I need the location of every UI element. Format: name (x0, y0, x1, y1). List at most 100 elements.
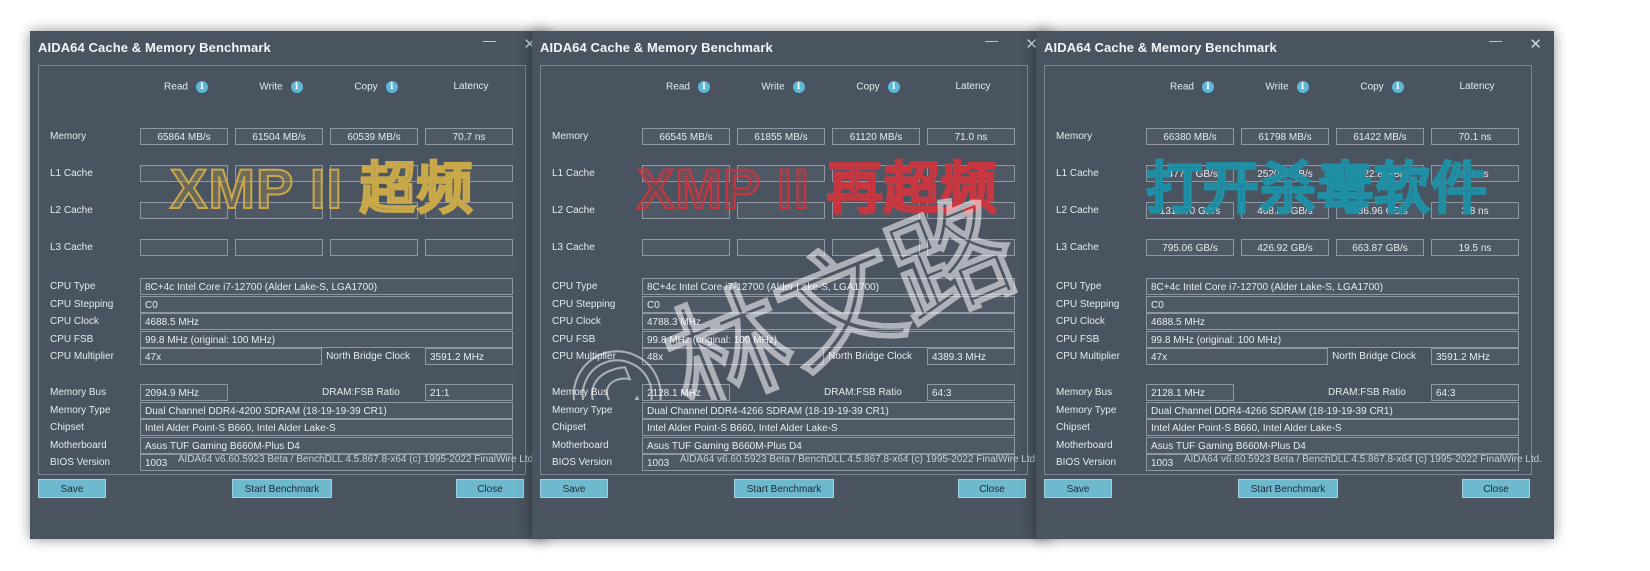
cpu-multiplier-label: CPU Multiplier (552, 351, 616, 362)
result-latency: 70.7 ns (425, 128, 513, 145)
info-icon[interactable]: i (1296, 81, 1309, 93)
info-icon[interactable]: i (195, 81, 208, 93)
minimize-icon[interactable]: — (483, 33, 496, 48)
info-icon[interactable]: i (887, 81, 900, 93)
result-write (737, 165, 825, 182)
info-icon[interactable]: i (792, 81, 805, 93)
dram-ratio-label: DRAM:FSB Ratio (322, 387, 400, 398)
column-header-read: Read i (1146, 81, 1238, 93)
result-latency: 70.1 ns (1431, 128, 1519, 145)
motherboard-value: Asus TUF Gaming B660M-Plus D4 (1146, 437, 1519, 454)
column-header-copy: Copy i (330, 81, 422, 93)
cpu-clock-value: 4788.3 MHz (642, 313, 1015, 330)
save-button[interactable]: Save (1044, 479, 1112, 498)
cpu-multiplier-value: 47x (1146, 348, 1328, 365)
cpu-type-label: CPU Type (50, 281, 96, 292)
close-icon[interactable]: ✕ (1529, 35, 1542, 53)
cpu-stepping-value: C0 (1146, 296, 1519, 313)
result-copy: 663.87 GB/s (1336, 239, 1424, 256)
start-benchmark-button[interactable]: Start Benchmark (232, 479, 332, 498)
result-copy (832, 239, 920, 256)
cpu-fsb-label: CPU FSB (552, 334, 596, 345)
result-copy (832, 202, 920, 219)
minimize-icon[interactable]: — (1489, 33, 1502, 48)
dram-ratio-value: 64:3 (1431, 384, 1519, 401)
cpu-type-label: CPU Type (1056, 281, 1102, 292)
bios-version-label: BIOS Version (1056, 457, 1117, 468)
result-write: 426.92 GB/s (1241, 239, 1329, 256)
motherboard-label: Motherboard (552, 440, 609, 451)
result-read (140, 239, 228, 256)
close-button[interactable]: Close (1462, 479, 1530, 498)
cpu-type-value: 8C+4c Intel Core i7-12700 (Alder Lake-S,… (140, 278, 513, 295)
save-button[interactable]: Save (38, 479, 106, 498)
save-button[interactable]: Save (540, 479, 608, 498)
nb-clock-value: 3591.2 MHz (425, 348, 513, 365)
column-header-write: Write i (1241, 81, 1333, 93)
dram-ratio-label: DRAM:FSB Ratio (1328, 387, 1406, 398)
dram-ratio-label: DRAM:FSB Ratio (824, 387, 902, 398)
result-read (140, 165, 228, 182)
memory-bus-label: Memory Bus (552, 387, 609, 398)
result-write (737, 202, 825, 219)
row-label: L1 Cache (50, 168, 93, 179)
info-icon[interactable]: i (290, 81, 303, 93)
cpu-fsb-value: 99.8 MHz (original: 100 MHz) (140, 331, 513, 348)
result-read: 3477.7 GB/s (1146, 165, 1234, 182)
motherboard-label: Motherboard (1056, 440, 1113, 451)
info-icon[interactable]: i (385, 81, 398, 93)
row-label: Memory (552, 131, 589, 142)
benchmark-window: AIDA64 Cache & Memory Benchmark — ✕ Read i Wr… (30, 31, 548, 539)
start-benchmark-button[interactable]: Start Benchmark (734, 479, 834, 498)
chipset-value: Intel Alder Point-S B660, Intel Alder La… (140, 419, 513, 436)
result-read (140, 202, 228, 219)
result-copy (330, 165, 418, 182)
window-title: AIDA64 Cache & Memory Benchmark (1044, 40, 1277, 55)
result-latency: 19.5 ns (1431, 239, 1519, 256)
info-icon[interactable]: i (1391, 81, 1404, 93)
window-title: AIDA64 Cache & Memory Benchmark (38, 40, 271, 55)
column-header-write: Write i (737, 81, 829, 93)
chipset-label: Chipset (552, 422, 586, 433)
row-label: L3 Cache (552, 242, 595, 253)
benchmark-window: AIDA64 Cache & Memory Benchmark — ✕ Read i Wr… (1036, 31, 1554, 539)
memory-type-value: Dual Channel DDR4-4266 SDRAM (18-19-19-3… (642, 402, 1015, 419)
minimize-icon[interactable]: — (985, 33, 998, 48)
memory-bus-label: Memory Bus (50, 387, 107, 398)
result-latency (425, 202, 513, 219)
column-header-latency: Latency (1459, 81, 1495, 92)
cpu-type-label: CPU Type (552, 281, 598, 292)
version-footer: AIDA64 v6.60.5923 Beta / BenchDLL 4.5.86… (177, 454, 536, 465)
close-button[interactable]: Close (958, 479, 1026, 498)
info-icon[interactable]: i (697, 81, 710, 93)
cpu-fsb-value: 99.8 MHz (original: 100 MHz) (1146, 331, 1519, 348)
close-button[interactable]: Close (456, 479, 524, 498)
column-header-copy: Copy i (1336, 81, 1428, 93)
info-icon[interactable]: i (1201, 81, 1214, 93)
start-benchmark-button[interactable]: Start Benchmark (1238, 479, 1338, 498)
cpu-type-value: 8C+4c Intel Core i7-12700 (Alder Lake-S,… (1146, 278, 1519, 295)
row-label: L1 Cache (1056, 168, 1099, 179)
cpu-type-value: 8C+4c Intel Core i7-12700 (Alder Lake-S,… (642, 278, 1015, 295)
cpu-fsb-value: 99.8 MHz (original: 100 MHz) (642, 331, 1015, 348)
results-panel: Read i Write i Copy i Latency Memory 66380 MB/s 6… (1044, 65, 1532, 475)
result-read: 65864 MB/s (140, 128, 228, 145)
result-read (642, 165, 730, 182)
result-write: 468.80 GB/s (1241, 202, 1329, 219)
result-read: 1311.70 GB/s (1146, 202, 1234, 219)
row-label: L2 Cache (552, 205, 595, 216)
cpu-fsb-label: CPU FSB (50, 334, 94, 345)
nb-clock-value: 3591.2 MHz (1431, 348, 1519, 365)
result-copy: 60539 MB/s (330, 128, 418, 145)
result-copy: 4122.8 GB/s (1336, 165, 1424, 182)
memory-type-label: Memory Type (1056, 405, 1117, 416)
result-write: 61798 MB/s (1241, 128, 1329, 145)
result-copy (330, 239, 418, 256)
motherboard-value: Asus TUF Gaming B660M-Plus D4 (140, 437, 513, 454)
row-label: L2 Cache (50, 205, 93, 216)
result-write (235, 202, 323, 219)
result-write (737, 239, 825, 256)
result-copy (330, 202, 418, 219)
result-write: 61855 MB/s (737, 128, 825, 145)
cpu-stepping-label: CPU Stepping (1056, 299, 1120, 310)
